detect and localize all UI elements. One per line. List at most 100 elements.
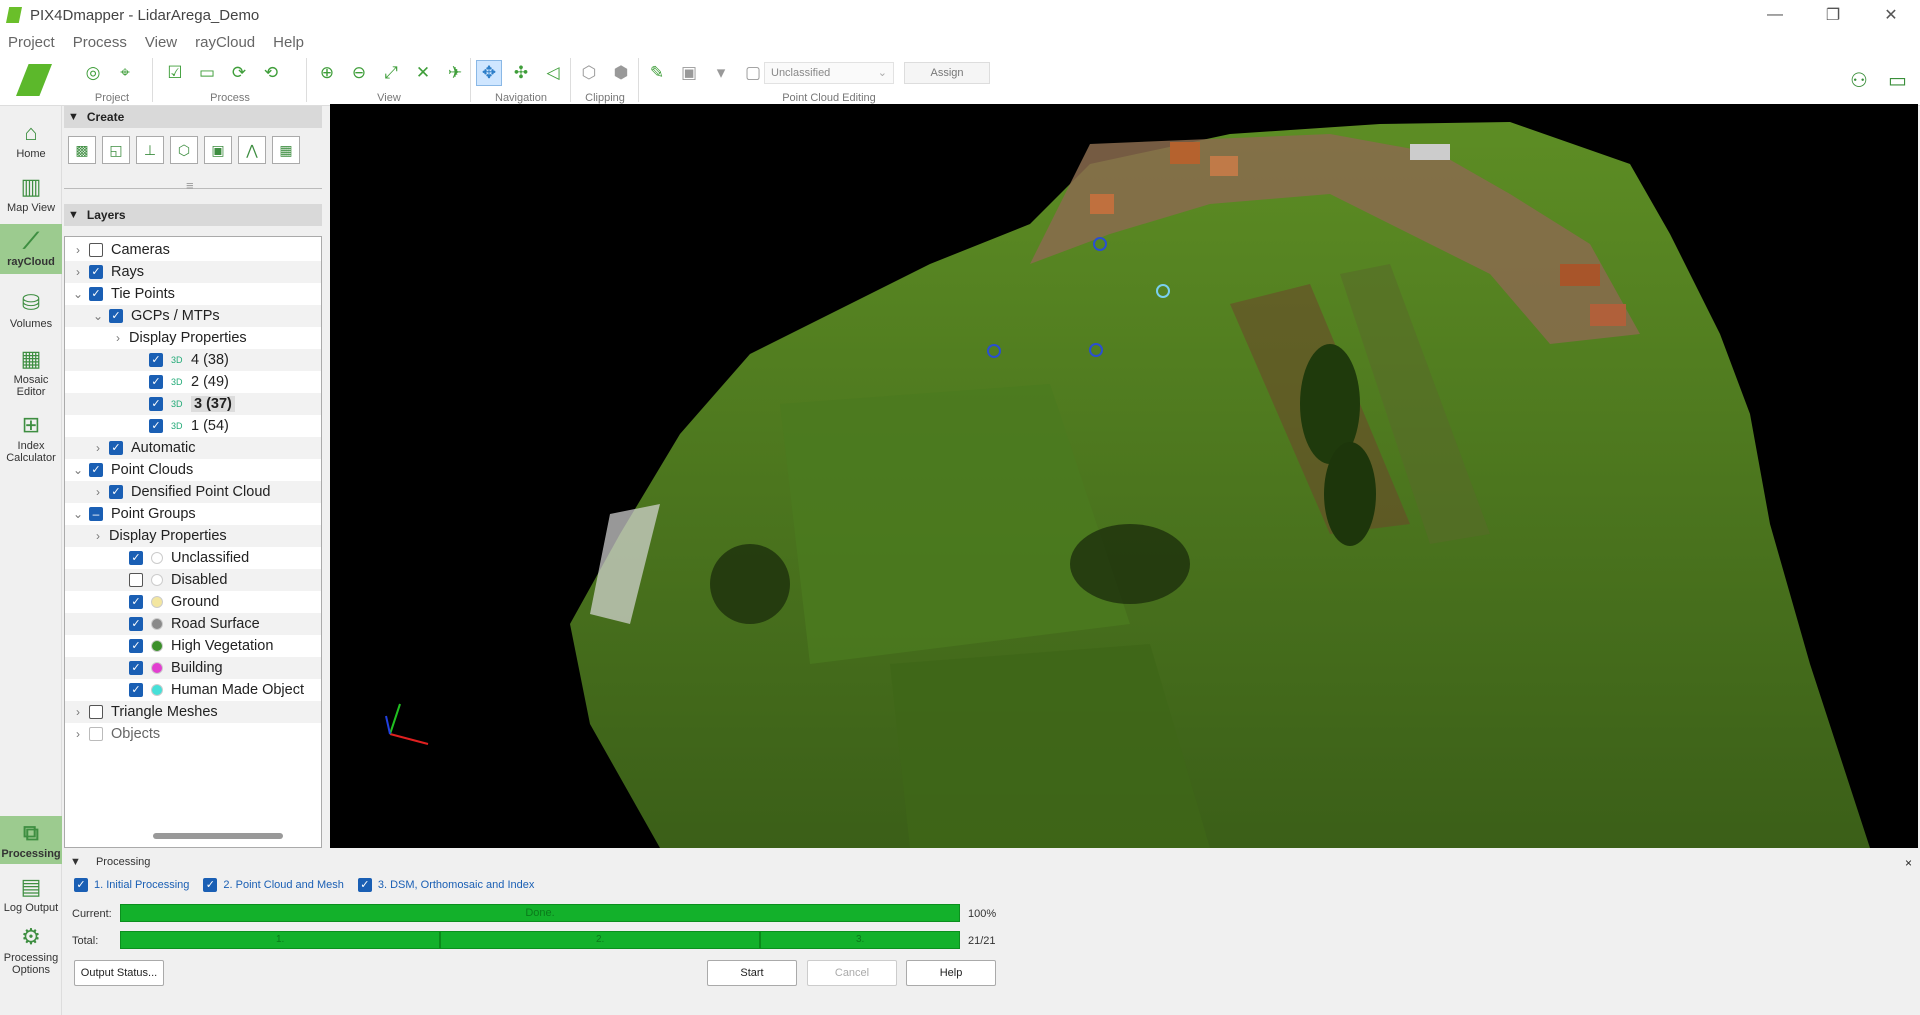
new-line-icon[interactable]: ⋀: [238, 136, 266, 164]
chevron-right-icon[interactable]: ›: [71, 727, 85, 741]
layer-checkbox[interactable]: [129, 595, 143, 609]
layer-row[interactable]: Road Surface: [65, 613, 321, 635]
layer-checkbox[interactable]: [89, 705, 103, 719]
zoom-out-icon[interactable]: ⊖: [346, 60, 372, 86]
menu-project[interactable]: Project: [8, 34, 55, 51]
new-axis-icon[interactable]: ⊥: [136, 136, 164, 164]
processing-panel-header[interactable]: ▼ Processing: [70, 856, 150, 868]
layer-row[interactable]: High Vegetation: [65, 635, 321, 657]
dropdown-arrow-icon[interactable]: ▾: [708, 60, 734, 86]
layer-checkbox[interactable]: [109, 309, 123, 323]
horizontal-scrollbar[interactable]: [153, 833, 283, 839]
edit-densified-points-icon[interactable]: ✎: [644, 60, 670, 86]
layer-checkbox[interactable]: [129, 573, 143, 587]
trackball-navigation-icon[interactable]: ✥: [476, 60, 502, 86]
layer-row[interactable]: Disabled: [65, 569, 321, 591]
layer-row[interactable]: Human Made Object: [65, 679, 321, 701]
layer-row[interactable]: ⌄ GCPs / MTPs: [65, 305, 321, 327]
fly-navigation-icon[interactable]: ◁: [540, 60, 566, 86]
layer-row[interactable]: Unclassified: [65, 547, 321, 569]
layers-panel-header[interactable]: ▼ Layers: [64, 204, 322, 226]
panel-layout-icon[interactable]: ▭: [1888, 68, 1907, 93]
chevron-down-icon[interactable]: ⌄: [71, 463, 85, 477]
layer-checkbox[interactable]: [89, 243, 103, 257]
close-icon[interactable]: ×: [1905, 856, 1912, 870]
menu-process[interactable]: Process: [73, 34, 127, 51]
layer-checkbox[interactable]: [89, 287, 103, 301]
chevron-down-icon[interactable]: ⌄: [71, 287, 85, 301]
layer-row[interactable]: 3D 3 (37): [65, 393, 321, 415]
first-person-navigation-icon[interactable]: ✣: [508, 60, 534, 86]
raycloud-3d-view[interactable]: [330, 104, 1918, 848]
chevron-down-icon[interactable]: ⌄: [71, 507, 85, 521]
new-grid-icon[interactable]: ▦: [272, 136, 300, 164]
open-project-icon[interactable]: ◎: [80, 60, 106, 86]
nav-processing-options[interactable]: ⚙ Processing Options: [0, 924, 62, 976]
quality-report-icon[interactable]: ☑: [162, 60, 188, 86]
new-video-icon[interactable]: ▣: [204, 136, 232, 164]
layer-row[interactable]: Building: [65, 657, 321, 679]
help-button[interactable]: Help: [906, 960, 996, 986]
restore-button[interactable]: ❐: [1804, 0, 1862, 30]
chevron-right-icon[interactable]: ›: [111, 331, 125, 345]
chevron-down-icon[interactable]: ⌄: [91, 309, 105, 323]
step-2-toggle[interactable]: 2. Point Cloud and Mesh: [203, 878, 344, 892]
top-view-icon[interactable]: ✈: [442, 60, 468, 86]
layer-checkbox[interactable]: [149, 419, 163, 433]
layer-row[interactable]: › Display Properties: [65, 525, 321, 547]
color-swatch-icon[interactable]: ▢: [740, 60, 766, 86]
layer-row[interactable]: › Display Properties: [65, 327, 321, 349]
close-button[interactable]: ✕: [1862, 0, 1920, 30]
layer-row[interactable]: › Triangle Meshes: [65, 701, 321, 723]
minimize-button[interactable]: —: [1746, 0, 1804, 30]
nav-log-output[interactable]: ▤ Log Output: [0, 874, 62, 914]
new-volume-icon[interactable]: ⬡: [170, 136, 198, 164]
layer-checkbox[interactable]: [129, 661, 143, 675]
step-3-checkbox[interactable]: [357, 878, 372, 892]
step-1-toggle[interactable]: 1. Initial Processing: [74, 878, 189, 892]
zoom-fit-icon[interactable]: ⤢: [378, 60, 404, 86]
layer-checkbox[interactable]: [129, 639, 143, 653]
nav-home[interactable]: ⌂ Home: [0, 120, 62, 160]
zoom-selection-icon[interactable]: ✕: [410, 60, 436, 86]
layer-checkbox[interactable]: [109, 485, 123, 499]
nav-volumes[interactable]: ⛁ Volumes: [0, 290, 62, 330]
create-panel-header[interactable]: ▼ Create: [64, 106, 322, 128]
clipping-box-icon[interactable]: ⬡: [576, 60, 602, 86]
layer-row[interactable]: 3D 4 (38): [65, 349, 321, 371]
clipping-edit-icon[interactable]: ⬢: [608, 60, 634, 86]
layer-checkbox[interactable]: [149, 375, 163, 389]
gcp-manager-icon[interactable]: ⌖: [112, 60, 138, 86]
panel-splitter[interactable]: [64, 176, 322, 204]
layer-checkbox[interactable]: [89, 507, 103, 521]
layer-row[interactable]: 3D 2 (49): [65, 371, 321, 393]
select-points-icon[interactable]: ▣: [676, 60, 702, 86]
point-class-select[interactable]: Unclassified ⌄: [764, 62, 894, 84]
menu-help[interactable]: Help: [273, 34, 304, 51]
layer-checkbox[interactable]: [149, 353, 163, 367]
layer-row[interactable]: › Rays: [65, 261, 321, 283]
layer-row[interactable]: Ground: [65, 591, 321, 613]
zoom-in-icon[interactable]: ⊕: [314, 60, 340, 86]
layer-checkbox[interactable]: [89, 265, 103, 279]
step-3-toggle[interactable]: 3. DSM, Orthomosaic and Index: [357, 878, 534, 892]
layer-row[interactable]: › Densified Point Cloud: [65, 481, 321, 503]
rematch-icon[interactable]: ⟲: [258, 60, 284, 86]
layer-row[interactable]: › Objects: [65, 723, 321, 745]
layer-row[interactable]: ⌄ Tie Points: [65, 283, 321, 305]
user-account-icon[interactable]: ⚇: [1850, 68, 1868, 93]
menu-view[interactable]: View: [145, 34, 177, 51]
start-button[interactable]: Start: [707, 960, 797, 986]
nav-index-calculator[interactable]: ⊞ Index Calculator: [0, 412, 62, 464]
layer-row[interactable]: ⌄ Point Clouds: [65, 459, 321, 481]
assign-button[interactable]: Assign: [904, 62, 990, 84]
chevron-right-icon[interactable]: ›: [71, 243, 85, 257]
reoptimize-icon[interactable]: ⟳: [226, 60, 252, 86]
layer-row[interactable]: 3D 1 (54): [65, 415, 321, 437]
nav-processing[interactable]: ⧉ Processing: [0, 816, 62, 864]
new-surface-icon[interactable]: ◱: [102, 136, 130, 164]
layer-checkbox[interactable]: [109, 441, 123, 455]
chevron-right-icon[interactable]: ›: [71, 705, 85, 719]
layer-checkbox[interactable]: [149, 397, 163, 411]
nav-mosaic-editor[interactable]: ▦ Mosaic Editor: [0, 346, 62, 398]
